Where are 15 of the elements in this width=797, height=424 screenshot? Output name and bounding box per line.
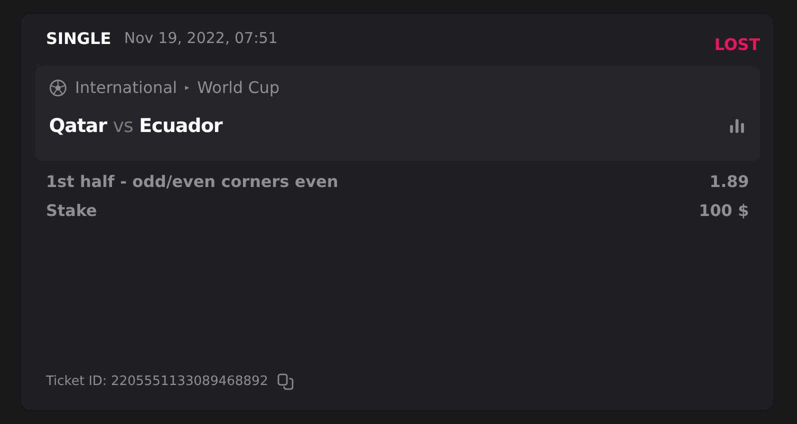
row-value: 100 $ <box>698 201 749 220</box>
bet-type: SINGLE <box>46 28 112 48</box>
statistics-icon[interactable] <box>728 118 746 134</box>
row-label: 1st half - odd/even corners even <box>46 172 338 191</box>
row-value: 1.89 <box>710 172 749 191</box>
ticket-id: Ticket ID: 2205551133089468892 <box>46 374 268 389</box>
soccer-ball-icon <box>49 78 67 96</box>
bet-date: Nov 19, 2022, 07:51 <box>124 29 278 47</box>
breadcrumb-separator: ▸ <box>185 83 190 92</box>
league-label: World Cup <box>197 78 280 97</box>
row-label: Stake <box>46 201 98 220</box>
copy-icon[interactable] <box>277 373 294 390</box>
match-title: Qatar vs Ecuador <box>49 115 222 137</box>
bet-status: LOST <box>714 34 760 54</box>
category-label: International <box>75 78 178 97</box>
